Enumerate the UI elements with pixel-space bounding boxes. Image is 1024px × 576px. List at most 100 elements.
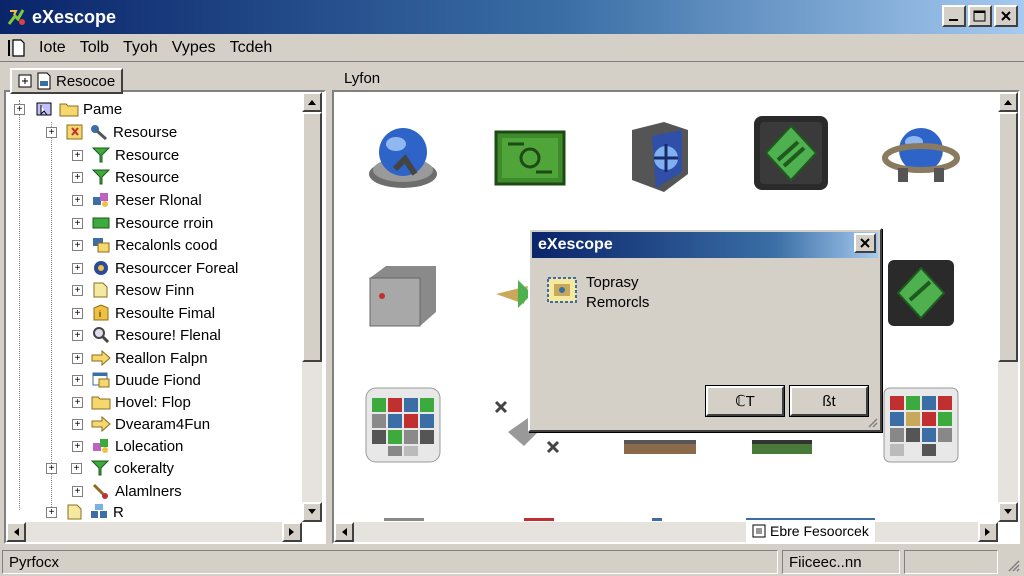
resource-file-icon	[37, 72, 51, 90]
resize-grip-icon[interactable]	[866, 416, 878, 428]
tree-expander-icon[interactable]: +	[46, 506, 57, 518]
tree-expand-icon	[18, 74, 32, 88]
tree-node[interactable]: + i Resoulte Fimal	[72, 302, 215, 324]
tree-node[interactable]: + Reser Rlonal	[72, 189, 202, 211]
partial-row-strip	[652, 518, 662, 521]
tree-node[interactable]: + Duude Fiond	[72, 369, 201, 391]
checkbox-icon[interactable]	[752, 524, 766, 538]
tree-expander-icon[interactable]: +	[72, 307, 83, 319]
dialog-close-button[interactable]	[854, 233, 876, 253]
tree-item-label: Lolecation	[115, 437, 184, 455]
tree-node[interactable]: + Recalonls cood	[72, 234, 218, 256]
wrench-icon	[91, 125, 107, 141]
tree-item-label: Resoure! Flenal	[115, 326, 221, 344]
tree-expander-icon[interactable]: +	[72, 194, 83, 206]
scroll-down-button[interactable]	[302, 502, 322, 522]
close-icon	[1001, 11, 1011, 21]
scroll-thumb[interactable]	[998, 112, 1018, 362]
shield-disk-icon[interactable]	[618, 114, 704, 200]
scroll-thumb[interactable]	[302, 112, 322, 362]
green-arrows-icon[interactable]	[748, 110, 834, 196]
document-icon[interactable]	[8, 38, 26, 58]
tree-expander-icon[interactable]: +	[72, 171, 83, 183]
tree-node[interactable]: + Resource	[72, 166, 179, 188]
dialog-cancel-button[interactable]: ßt	[789, 385, 869, 417]
tree-expander-icon[interactable]: +	[72, 262, 83, 274]
tree-expander-icon[interactable]: +	[14, 103, 25, 115]
dialog-message-line-1: Toprasy	[586, 274, 639, 291]
tree-node[interactable]: + Resoure! Flenal	[72, 324, 221, 346]
dialog-title-bar[interactable]: eXescope	[532, 232, 878, 258]
partial-image-icon[interactable]	[624, 422, 710, 508]
tree-item-label: Resource	[115, 146, 180, 164]
close-button[interactable]	[994, 5, 1018, 27]
resource-tab[interactable]: Resocoe	[10, 68, 124, 94]
menu-item-tcdeh[interactable]: Tcdeh	[223, 39, 280, 57]
tree-node[interactable]: + + cokeralty	[46, 457, 174, 479]
tree-horizontal-scrollbar[interactable]	[6, 522, 302, 542]
globe-monitor-icon[interactable]	[360, 114, 446, 200]
icon-view-vertical-scrollbar[interactable]	[998, 92, 1018, 522]
partial-board-icon[interactable]	[752, 422, 838, 508]
status-secondary-text: Fiiceec..nn	[789, 553, 862, 571]
scroll-right-button[interactable]	[978, 522, 998, 542]
scroll-right-button[interactable]	[282, 522, 302, 542]
resize-grip-icon[interactable]	[1006, 558, 1020, 572]
exescope-app-icon[interactable]	[6, 6, 28, 28]
tree-node[interactable]: + Resource rroin	[72, 212, 213, 234]
tree-node[interactable]: + Dvearam4Fun	[72, 413, 210, 435]
resource-tree[interactable]: + Pame + Resourse + Resource + Resource …	[4, 90, 326, 544]
tree-node[interactable]: + Reallon Falpn	[72, 347, 208, 369]
tree-expander-icon[interactable]: +	[72, 329, 83, 341]
bottom-resource-tab[interactable]: Ebre Fesoorcek	[746, 518, 875, 542]
minimize-button[interactable]	[942, 5, 966, 27]
tree-expander-icon[interactable]: +	[71, 462, 82, 474]
scroll-up-button[interactable]	[302, 92, 322, 112]
tree-node[interactable]: + Resourccer Foreal	[72, 257, 238, 279]
tree-node[interactable]: + Hovel: Flop	[72, 391, 191, 413]
menu-bar: Iote Tolb Tyoh Vypes Tcdeh	[0, 34, 1024, 62]
menu-item-tyoh[interactable]: Tyoh	[116, 39, 165, 57]
tree-expander-icon[interactable]: +	[72, 149, 83, 161]
tree-node[interactable]: + Resourse	[46, 121, 177, 143]
scroll-up-button[interactable]	[998, 92, 1018, 112]
menu-item-iote[interactable]: Iote	[32, 39, 73, 57]
tree-node[interactable]: + Lolecation	[72, 435, 183, 457]
scroll-left-button[interactable]	[6, 522, 26, 542]
tree-node[interactable]: + Resow Finn	[72, 279, 194, 301]
tree-expander-icon[interactable]: +	[72, 440, 83, 452]
gray-box-icon[interactable]	[360, 250, 446, 336]
tree-expander-icon[interactable]: +	[72, 418, 83, 430]
icon-view-horizontal-scrollbar[interactable]: Ebre Fesoorcek	[334, 518, 998, 542]
dialog-ok-button[interactable]: ℂT	[705, 385, 785, 417]
tree-expander-icon[interactable]: +	[46, 462, 57, 474]
green-arrows-icon[interactable]	[878, 250, 964, 336]
tree-node[interactable]: + Alamlners	[72, 480, 182, 502]
globe-ring-icon[interactable]	[878, 114, 964, 200]
tree-expander-icon[interactable]: +	[72, 396, 83, 408]
mosaic-app-icon[interactable]	[878, 382, 964, 468]
tree-node[interactable]: + Resource	[72, 144, 179, 166]
arrow-left-icon	[14, 528, 19, 536]
status-text: Pyrfocx	[9, 553, 60, 571]
tree-node-root[interactable]: + Pame	[14, 98, 122, 120]
tree-expander-icon[interactable]: +	[72, 217, 83, 229]
mosaic-app-icon[interactable]	[360, 382, 446, 468]
green-block-icon	[92, 217, 110, 229]
menu-item-tolb[interactable]: Tolb	[73, 39, 116, 57]
circuit-board-icon[interactable]	[488, 114, 574, 200]
tree-expander-icon[interactable]: +	[72, 284, 83, 296]
maximize-button[interactable]	[968, 5, 992, 27]
tree-expander-icon[interactable]: +	[72, 374, 83, 386]
tree-node[interactable]: + R	[46, 501, 124, 523]
status-panel-empty	[904, 550, 998, 574]
bottom-tab-label: Ebre Fesoorcek	[770, 523, 869, 539]
tree-expander-icon[interactable]: +	[72, 239, 83, 251]
tree-expander-icon[interactable]: +	[72, 485, 83, 497]
menu-item-vypes[interactable]: Vypes	[165, 39, 223, 57]
tree-expander-icon[interactable]: +	[72, 352, 83, 364]
tree-vertical-scrollbar[interactable]	[302, 92, 322, 522]
scroll-down-button[interactable]	[998, 502, 1018, 522]
scroll-left-button[interactable]	[334, 522, 354, 542]
tree-expander-icon[interactable]: +	[46, 126, 57, 138]
